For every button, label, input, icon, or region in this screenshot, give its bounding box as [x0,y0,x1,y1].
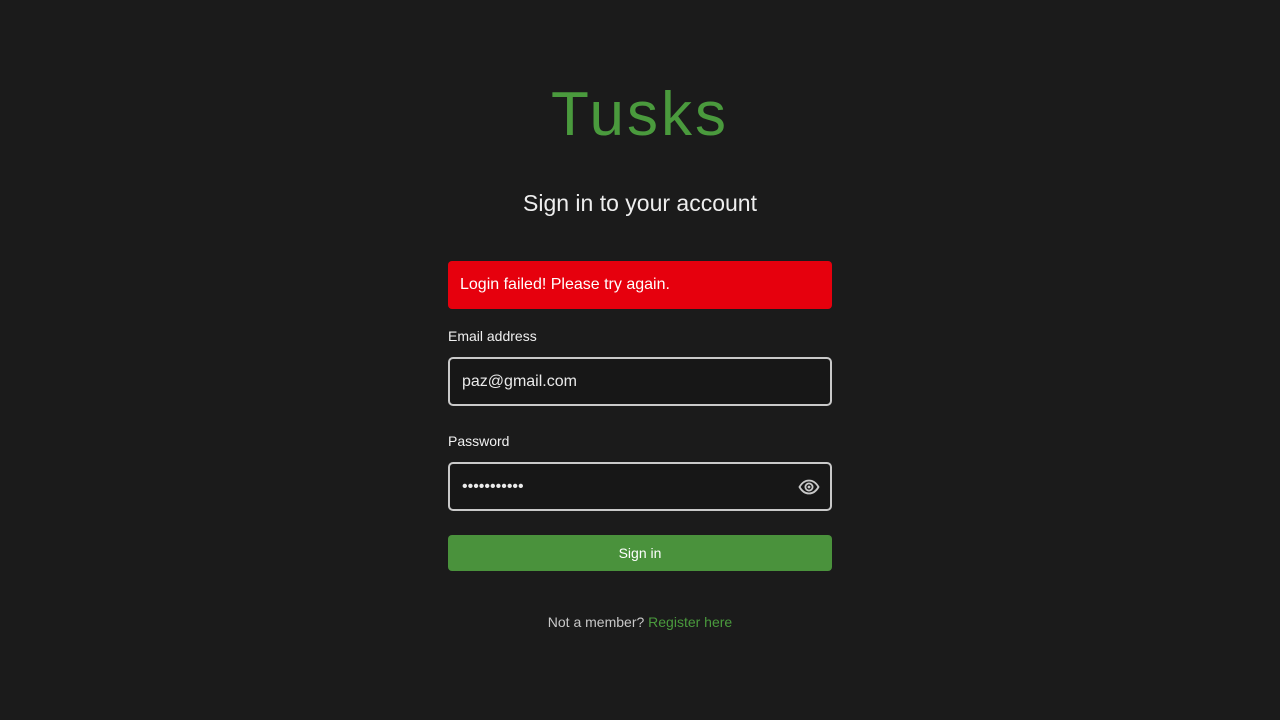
email-field[interactable] [450,359,830,404]
email-field-wrapper [448,357,832,406]
password-field-wrapper [448,462,832,511]
eye-icon[interactable] [798,477,820,497]
password-label: Password [448,433,510,449]
error-alert: Login failed! Please try again. [448,261,832,309]
sign-in-form: Login failed! Please try again. Email ad… [448,261,832,571]
sign-in-button[interactable]: Sign in [448,535,832,571]
register-prompt-text: Not a member? [547,614,645,630]
login-page: Tusks Sign in to your account Login fail… [0,0,1280,720]
app-logo: Tusks [550,80,730,149]
register-prompt: Not a member? Register here [0,612,1280,632]
page-title: Sign in to your account [523,190,757,216]
register-link[interactable]: Register here [648,614,732,630]
email-label: Email address [448,328,537,344]
password-field[interactable] [450,464,830,509]
